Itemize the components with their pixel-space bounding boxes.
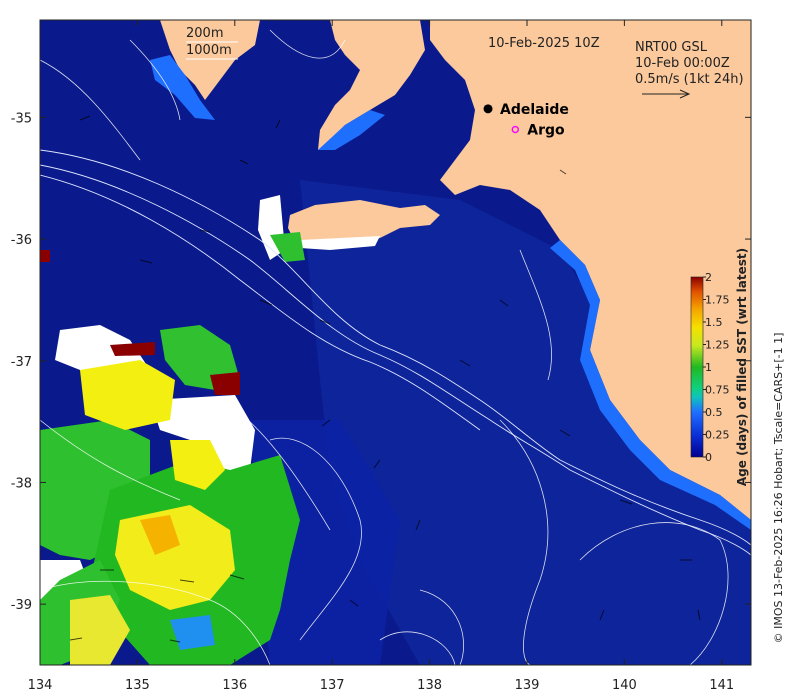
y-tick-label: -39 (11, 598, 32, 613)
current-time: 10-Feb 00:00Z (635, 56, 730, 71)
colorbar-tick-label: 0.25 (705, 429, 730, 442)
colorbar-gradient (690, 276, 704, 458)
sst-age-map-figure: 134 135 136 137 138 139 140 141 -35 -36 -37 -38 -39… (11, 19, 785, 693)
x-tick-label: 136 (222, 678, 247, 693)
adelaide-marker (483, 104, 493, 114)
colorbar-tick-label: 1.75 (705, 294, 730, 307)
colorbar-tick-label: 0.75 (705, 384, 730, 397)
isobath-1000-label: 1000m (186, 43, 232, 58)
current-source: NRT00 GSL (635, 40, 708, 55)
colorbar-label: Age (days) of filled SST (wrt latest) (735, 248, 749, 486)
map-area (40, 20, 751, 665)
x-tick-label: 139 (515, 678, 540, 693)
colorbar-tick-label: 1.5 (705, 316, 723, 329)
colorbar-tick-label: 1 (705, 361, 712, 374)
x-tick-label: 134 (28, 678, 53, 693)
y-tick-label: -36 (11, 233, 32, 248)
map-datetime: 10-Feb-2025 10Z (488, 36, 600, 51)
colorbar-tick-label: 0.5 (705, 406, 723, 419)
place-label: Adelaide (500, 102, 569, 118)
colorbar-tick-label: 1.25 (705, 339, 730, 352)
y-tick-label: -35 (11, 111, 32, 126)
x-tick-label: 141 (709, 678, 734, 693)
colorbar-tick-label: 0 (705, 451, 712, 464)
age-patch-red (40, 250, 50, 262)
place-label: Argo (527, 123, 565, 139)
age-patch-red (210, 372, 240, 395)
x-tick-label: 138 (417, 678, 442, 693)
x-tick-label: 140 (612, 678, 637, 693)
y-tick-label: -37 (11, 355, 32, 370)
y-tick-label: -38 (11, 476, 32, 491)
credit-text: © IMOS 13-Feb-2025 16:26 Hobart; Tscale=… (772, 333, 785, 644)
current-scale: 0.5m/s (1kt 24h) (635, 72, 744, 87)
x-tick-label: 137 (320, 678, 345, 693)
colorbar-tick-label: 2 (705, 271, 712, 284)
isobath-200-label: 200m (186, 26, 223, 41)
x-tick-label: 135 (125, 678, 150, 693)
